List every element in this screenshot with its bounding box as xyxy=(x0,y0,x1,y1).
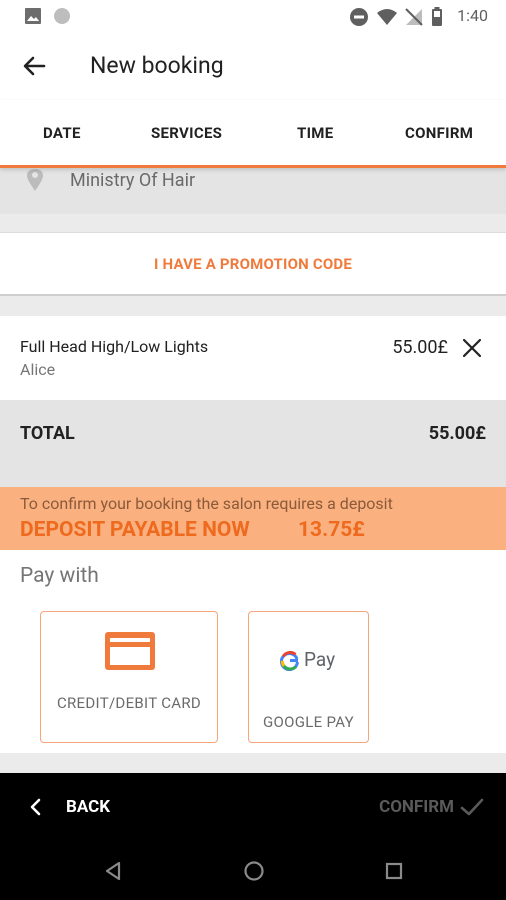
checkmark-icon xyxy=(460,798,484,816)
deposit-label: DEPOSIT PAYABLE NOW xyxy=(20,518,250,542)
status-bar: 1:40 xyxy=(0,0,506,32)
service-staff: Alice xyxy=(20,360,56,379)
location-pin-icon xyxy=(27,169,43,191)
spacer xyxy=(0,753,506,773)
total-row: TOTAL 55.00£ xyxy=(0,400,506,466)
google-pay-logo-text: Pay xyxy=(304,648,336,671)
salon-row: Ministry Of Hair xyxy=(0,168,506,214)
google-g-logo-icon xyxy=(280,651,299,671)
no-signal-icon xyxy=(405,8,423,26)
app-bar: New booking xyxy=(0,32,506,100)
chevron-left-icon[interactable] xyxy=(28,798,42,816)
battery-icon xyxy=(432,7,442,26)
image-notification-icon xyxy=(25,8,41,24)
deposit-amount: 13.75£ xyxy=(298,518,365,542)
spacer xyxy=(0,296,506,316)
total-label: TOTAL xyxy=(20,423,75,444)
service-name: Full Head High/Low Lights xyxy=(20,337,209,356)
clock: 1:40 xyxy=(457,6,488,25)
wifi-icon xyxy=(377,9,397,25)
nav-home-icon[interactable] xyxy=(243,860,265,882)
spacer xyxy=(0,214,506,232)
booking-steps: DATE SERVICES TIME CONFIRM xyxy=(0,100,506,168)
remove-service-icon[interactable] xyxy=(460,336,484,360)
step-date[interactable]: DATE xyxy=(43,124,81,142)
back-button[interactable]: BACK xyxy=(66,797,110,817)
spacer xyxy=(0,466,506,487)
deposit-banner: To confirm your booking the salon requir… xyxy=(0,487,506,550)
credit-debit-card-label: CREDIT/DEBIT CARD xyxy=(56,694,202,712)
bottom-action-bar: BACK CONFIRM xyxy=(0,773,506,839)
confirm-button[interactable]: CONFIRM xyxy=(379,797,454,817)
service-item: Full Head High/Low Lights Alice 55.00£ xyxy=(0,316,506,400)
nav-back-icon[interactable] xyxy=(104,861,122,881)
step-confirm[interactable]: CONFIRM xyxy=(405,124,473,142)
step-services[interactable]: SERVICES xyxy=(151,124,222,142)
promotion-code-button[interactable]: I HAVE A PROMOTION CODE xyxy=(0,232,506,296)
system-nav-bar xyxy=(0,839,506,900)
pay-with-heading: Pay with xyxy=(20,564,99,588)
page-title: New booking xyxy=(90,52,224,79)
deposit-note: To confirm your booking the salon requir… xyxy=(20,494,393,513)
circle-notification-icon xyxy=(54,8,70,24)
nav-recents-icon[interactable] xyxy=(385,862,403,880)
promotion-code-label: I HAVE A PROMOTION CODE xyxy=(154,255,352,273)
google-pay-label: GOOGLE PAY xyxy=(263,713,354,731)
salon-name: Ministry Of Hair xyxy=(70,170,196,191)
step-time[interactable]: TIME xyxy=(297,124,333,142)
total-amount: 55.00£ xyxy=(428,423,486,444)
back-arrow-icon[interactable] xyxy=(18,50,50,82)
do-not-disturb-icon xyxy=(350,8,368,26)
credit-debit-card-button[interactable]: CREDIT/DEBIT CARD xyxy=(40,611,218,743)
google-pay-button[interactable]: Pay GOOGLE PAY xyxy=(248,611,369,743)
service-price: 55.00£ xyxy=(392,337,448,358)
credit-card-icon xyxy=(105,632,155,670)
